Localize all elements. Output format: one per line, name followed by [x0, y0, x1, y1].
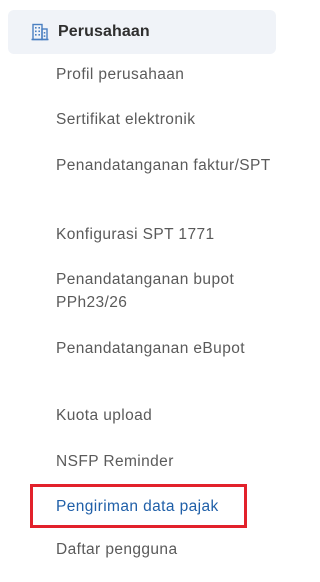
menu-item-profil-perusahaan[interactable]: Profil perusahaan: [56, 64, 271, 86]
building-icon: [30, 22, 50, 42]
menu-item-penandatanganan-bupot[interactable]: Penandatanganan bupot PPh23/26: [56, 268, 271, 314]
menu-item-konfigurasi-spt-1771[interactable]: Konfigurasi SPT 1771: [56, 224, 271, 246]
menu-item-pengiriman-data-pajak[interactable]: Pengiriman data pajak: [56, 496, 271, 518]
menu-item-penandatanganan-faktur-spt[interactable]: Penandatanganan faktur/SPT: [56, 154, 271, 177]
menu-item-daftar-pengguna[interactable]: Daftar pengguna: [56, 539, 271, 561]
menu-item-sertifikat-elektronik[interactable]: Sertifikat elektronik: [56, 109, 271, 131]
sidebar-section-perusahaan[interactable]: Perusahaan: [8, 10, 276, 54]
menu-item-penandatanganan-ebupot[interactable]: Penandatanganan eBupot: [56, 337, 271, 360]
menu-item-kuota-upload[interactable]: Kuota upload: [56, 405, 271, 427]
menu-item-nsfp-reminder[interactable]: NSFP Reminder: [56, 451, 271, 473]
section-title: Perusahaan: [58, 23, 150, 40]
